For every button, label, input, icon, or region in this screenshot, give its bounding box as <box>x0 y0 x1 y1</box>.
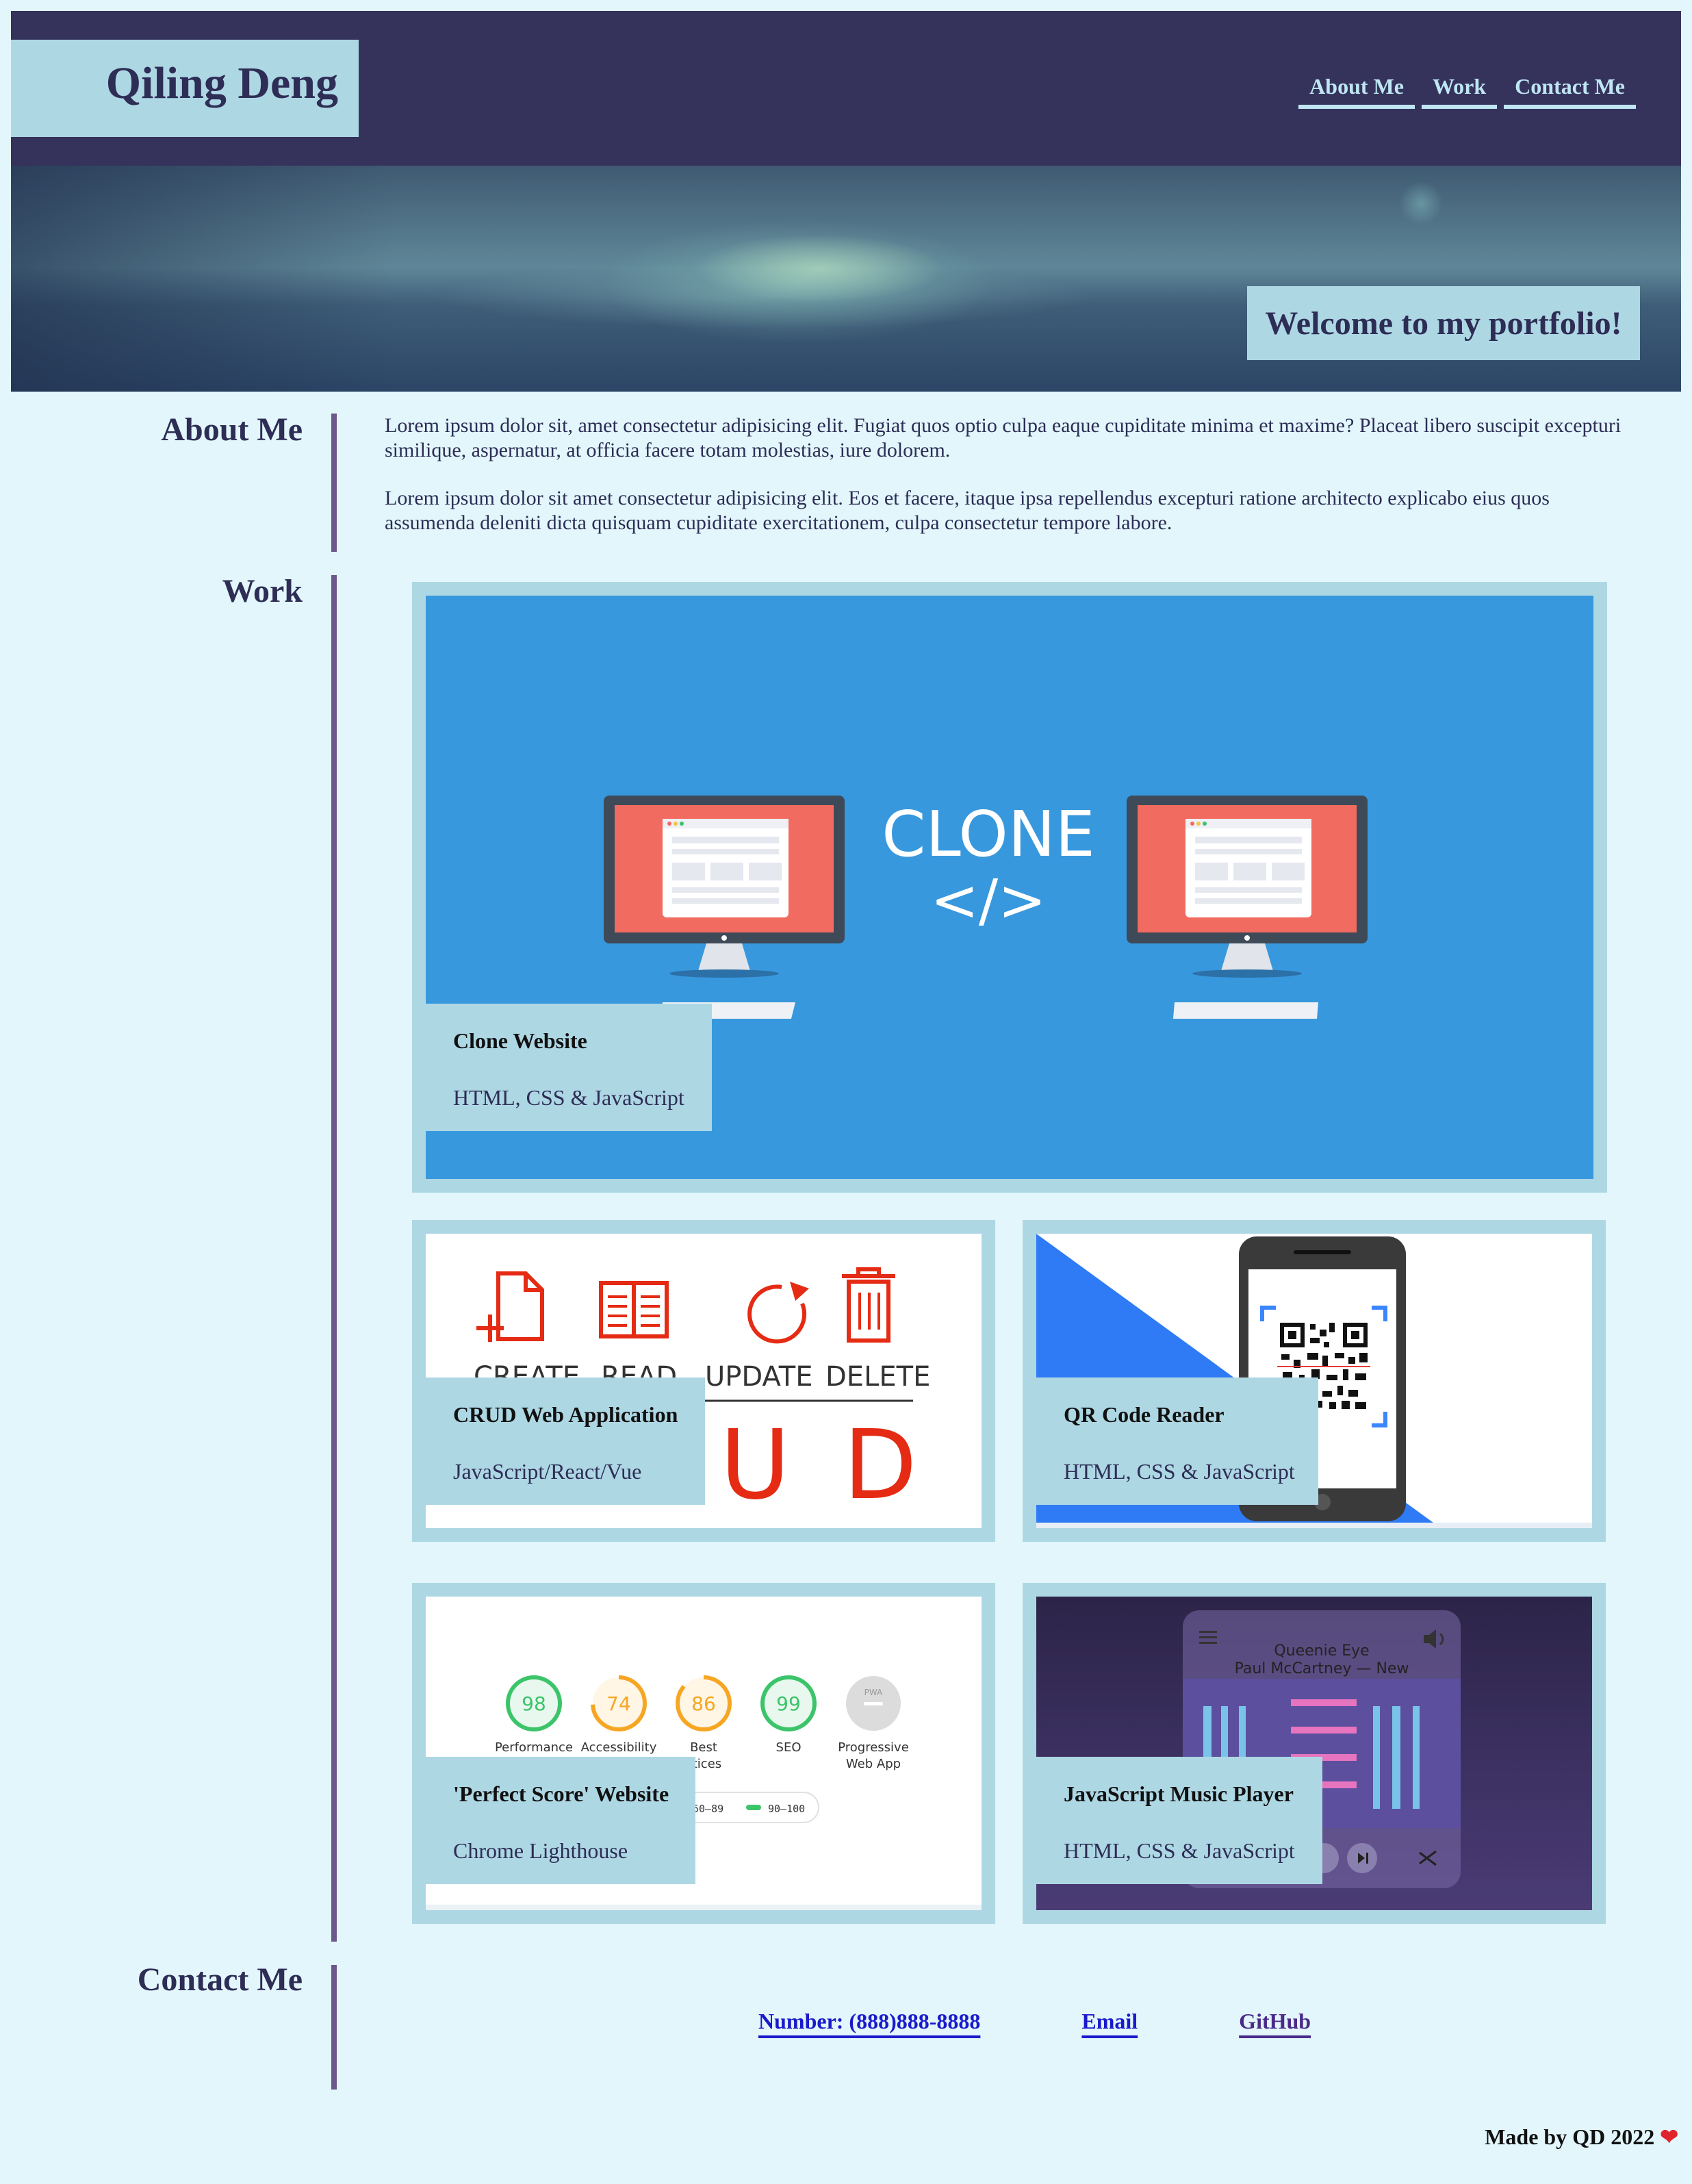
project-tech: HTML, CSS & JavaScript <box>1064 1459 1295 1484</box>
svg-text:Accessibility: Accessibility <box>581 1740 657 1755</box>
project-label-qr: QR Code Reader HTML, CSS & JavaScript <box>1036 1377 1318 1505</box>
svg-text:99: 99 <box>776 1692 801 1715</box>
contact-heading: Contact Me <box>137 1961 303 1998</box>
crud-letter-d: D <box>843 1410 917 1521</box>
legend-orange-range: 50–89 <box>693 1803 723 1815</box>
svg-text:SEO: SEO <box>776 1740 802 1755</box>
about-text: Lorem ipsum dolor sit, amet consectetur … <box>385 414 1630 559</box>
score-gauge-accessibility: 74 Accessibility <box>581 1675 657 1755</box>
work-divider <box>331 575 337 1942</box>
project-card-crud[interactable]: CREATE READ UPDATE DELETE U D CRUD Web A… <box>412 1220 995 1542</box>
crud-letter-u: U <box>720 1410 790 1521</box>
main-nav: About Me Work Contact Me <box>1298 74 1636 109</box>
song-artist: Paul McCartney — New <box>1235 1660 1409 1677</box>
nav-contact-me[interactable]: Contact Me <box>1504 74 1636 109</box>
project-image-clone: CLONE </> Clone Website HTML, CSS & Java… <box>426 596 1593 1179</box>
footer-text: Made by QD 2022 <box>1485 2124 1655 2149</box>
logo-box: Qiling Deng <box>11 40 359 137</box>
project-tech: HTML, CSS & JavaScript <box>1064 1838 1295 1863</box>
contact-divider <box>331 1965 337 2090</box>
project-image-qr: QR Code Reader HTML, CSS & JavaScript <box>1036 1234 1592 1528</box>
svg-text:98: 98 <box>522 1692 546 1715</box>
project-label-clone: Clone Website HTML, CSS & JavaScript <box>426 1004 712 1131</box>
project-title: JavaScript Music Player <box>1064 1781 1294 1806</box>
project-title: 'Perfect Score' Website <box>453 1781 669 1806</box>
project-card-qr[interactable]: QR Code Reader HTML, CSS & JavaScript <box>1023 1220 1606 1542</box>
monitor-right-icon <box>1127 796 1368 1019</box>
contact-email-link[interactable]: Email <box>1081 2009 1138 2034</box>
heart-icon: ❤ <box>1660 2124 1678 2149</box>
legend-green-range: 90–100 <box>768 1803 805 1815</box>
crud-word-update: UPDATE <box>705 1361 812 1393</box>
song-title: Queenie Eye <box>1274 1642 1369 1660</box>
clone-art-code: </> <box>930 867 1046 934</box>
read-book-icon <box>599 1281 669 1338</box>
svg-text:86: 86 <box>691 1692 716 1715</box>
svg-text:Web App: Web App <box>846 1757 901 1771</box>
hero-caption: Welcome to my portfolio! <box>1247 286 1640 360</box>
contact-phone-link[interactable]: Number: (888)888-8888 <box>758 2009 980 2034</box>
hero-banner: Welcome to my portfolio! <box>11 166 1681 392</box>
score-gauge-pwa: PWA Progressive Web App <box>838 1676 909 1771</box>
site-name[interactable]: Qiling Deng <box>106 58 338 110</box>
crud-word-delete: DELETE <box>825 1361 930 1393</box>
project-tech: JavaScript/React/Vue <box>453 1459 642 1484</box>
contact-github-link[interactable]: GitHub <box>1239 2009 1311 2034</box>
score-gauge-performance: 98 Performance <box>495 1675 573 1755</box>
project-tech: HTML, CSS & JavaScript <box>453 1085 684 1110</box>
project-image-music: Queenie Eye Paul McCartney — New JavaScr… <box>1036 1597 1592 1910</box>
project-title: CRUD Web Application <box>453 1402 678 1427</box>
project-label-music: JavaScript Music Player HTML, CSS & Java… <box>1036 1757 1322 1884</box>
about-paragraph-1: Lorem ipsum dolor sit, amet consectetur … <box>385 414 1622 461</box>
svg-text:74: 74 <box>606 1692 631 1715</box>
update-refresh-icon <box>747 1282 809 1344</box>
delete-trash-icon <box>842 1267 895 1343</box>
project-tech: Chrome Lighthouse <box>453 1838 628 1863</box>
svg-text:Performance: Performance <box>495 1740 573 1755</box>
nav-about-me[interactable]: About Me <box>1298 74 1415 109</box>
nav-work[interactable]: Work <box>1421 74 1498 109</box>
monitor-left-icon <box>604 796 845 1019</box>
project-card-music[interactable]: Queenie Eye Paul McCartney — New JavaScr… <box>1023 1583 1606 1924</box>
project-title: Clone Website <box>453 1028 587 1053</box>
contact-links: Number: (888)888-8888 Email GitHub <box>758 2009 1311 2034</box>
about-divider <box>331 414 337 552</box>
about-paragraph-2: Lorem ipsum dolor sit amet consectetur a… <box>385 487 1550 534</box>
project-image-crud: CREATE READ UPDATE DELETE U D CRUD Web A… <box>426 1234 982 1528</box>
site-header: Qiling Deng About Me Work Contact Me <box>11 11 1681 166</box>
project-image-lighthouse: 98 Performance 74 Accessibility 86 Best … <box>426 1597 982 1910</box>
create-file-icon <box>476 1271 544 1342</box>
project-card-lighthouse[interactable]: 98 Performance 74 Accessibility 86 Best … <box>412 1583 995 1924</box>
footer: Made by QD 2022 ❤ <box>1485 2124 1678 2150</box>
clone-art-title: CLONE <box>882 798 1095 871</box>
work-heading: Work <box>222 573 303 609</box>
svg-text:PWA: PWA <box>864 1688 883 1697</box>
svg-text:Progressive: Progressive <box>838 1740 909 1755</box>
project-label-lighthouse: 'Perfect Score' Website Chrome Lighthous… <box>426 1757 695 1884</box>
score-gauge-seo: 99 SEO <box>760 1675 817 1755</box>
svg-text:Best: Best <box>690 1740 717 1755</box>
about-heading: About Me <box>161 411 303 448</box>
project-title: QR Code Reader <box>1064 1402 1225 1427</box>
playlist-icon <box>1199 1631 1217 1644</box>
project-label-crud: CRUD Web Application JavaScript/React/Vu… <box>426 1377 705 1505</box>
project-card-clone[interactable]: CLONE </> Clone Website HTML, CSS & Java… <box>412 582 1607 1193</box>
